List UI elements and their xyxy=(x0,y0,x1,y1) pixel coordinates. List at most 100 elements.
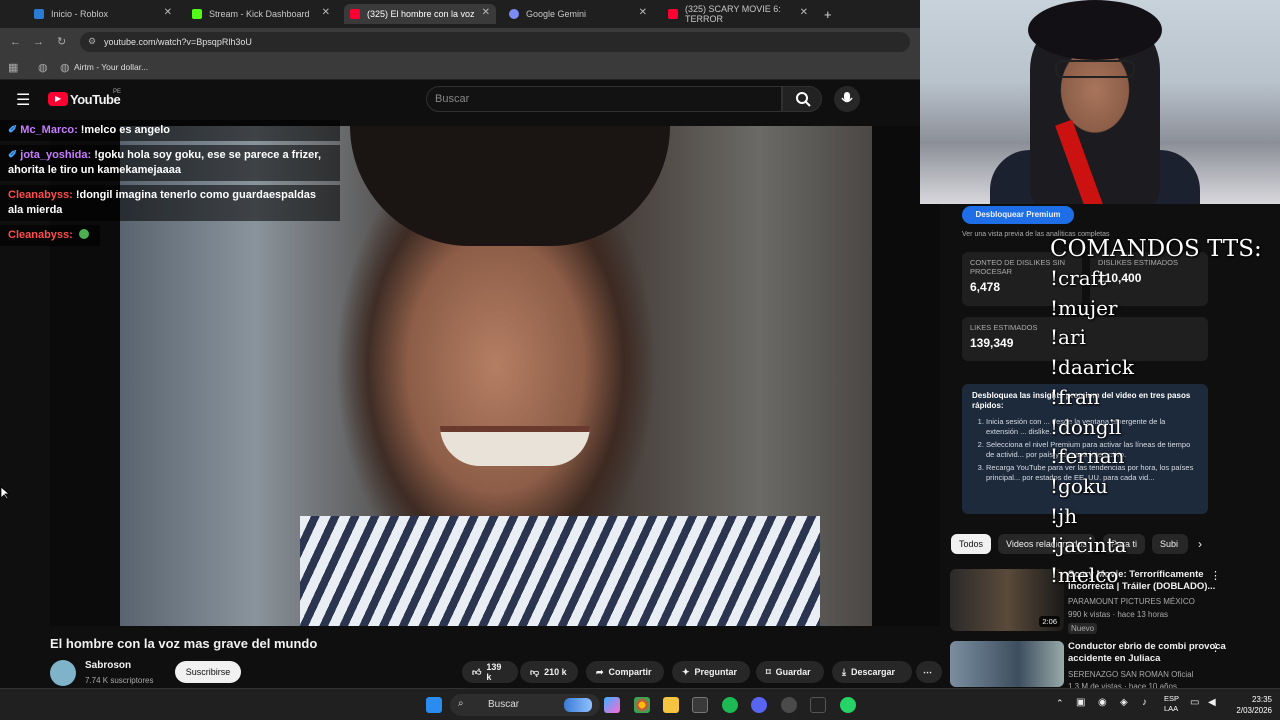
apps-grid-icon[interactable]: ▦ xyxy=(8,61,18,74)
download-icon: ⤓ xyxy=(842,666,846,677)
tab-kick[interactable]: Stream - Kick Dashboard ✕ xyxy=(186,4,336,24)
chat-username: Cleanabyss: xyxy=(8,229,73,241)
more-options-icon[interactable]: ⋮ xyxy=(1210,641,1221,654)
tts-commands-overlay: COMANDOS TTS: !craft !mujer !ari !daaric… xyxy=(1050,234,1280,591)
more-actions-button[interactable]: ⋯ xyxy=(916,661,942,683)
close-icon[interactable]: ✕ xyxy=(322,7,330,18)
bookmark-airtm[interactable]: Airtm - Your dollar... xyxy=(74,62,148,72)
search-icon: ⌕ xyxy=(458,698,464,709)
site-info-icon[interactable]: ⚙ xyxy=(88,36,96,47)
video-thumbnail[interactable] xyxy=(950,641,1064,687)
taskbar-search[interactable]: ⌕ Buscar xyxy=(450,694,600,716)
share-button[interactable]: ➦ Compartir xyxy=(586,661,664,683)
new-tab-icon[interactable]: + xyxy=(824,7,832,22)
keyboard-layout: LAA xyxy=(1164,704,1179,713)
steam-icon[interactable] xyxy=(781,697,797,713)
video-thumbnail[interactable]: 2:06 xyxy=(950,569,1064,631)
tray-app-icon[interactable]: ◉ xyxy=(1098,697,1107,708)
new-badge: Nuevo xyxy=(1068,623,1098,634)
download-label: Descargar xyxy=(850,667,896,677)
microphone-tray-icon[interactable]: ♪ xyxy=(1142,697,1147,708)
chat-message: ✐ Mc_Marco: !melco es angelo xyxy=(0,120,340,141)
windows-start-icon[interactable] xyxy=(426,697,442,713)
video-title: El hombre con la voz mas grave del mundo xyxy=(50,636,318,651)
url-field[interactable]: ⚙ youtube.com/watch?v=BpsqpRlh3oU xyxy=(80,32,910,52)
video-subject-mouth xyxy=(440,426,590,466)
youtube-header: ☰ ▶ YouTube PE Buscar xyxy=(0,80,920,120)
reload-icon[interactable]: ↻ xyxy=(57,35,66,48)
related-meta: 990 k vistas · hace 13 horas xyxy=(1068,610,1169,619)
youtube-logo-icon[interactable]: ▶ xyxy=(48,92,68,106)
tts-command: !melco xyxy=(1050,563,1119,588)
tray-app-icon[interactable]: ◈ xyxy=(1120,697,1128,708)
webcam-overlay xyxy=(920,0,1280,204)
tab-title: (325) SCARY MOVIE 6: TERROR xyxy=(685,4,781,24)
file-explorer-icon[interactable] xyxy=(663,697,679,713)
dislike-count: 210 k xyxy=(544,667,567,677)
webcam-glasses xyxy=(1055,60,1135,78)
ask-button[interactable]: ✦ Preguntar xyxy=(672,661,750,683)
whatsapp-icon[interactable] xyxy=(840,697,856,713)
search-button[interactable] xyxy=(782,86,822,112)
chat-username: Mc_Marco: xyxy=(20,124,78,136)
related-channel[interactable]: SERENAZGO SAN ROMAN Oficial xyxy=(1068,670,1193,679)
channel-avatar[interactable] xyxy=(50,660,76,686)
chat-message: Cleanabyss: xyxy=(0,225,100,246)
like-count: 139 k xyxy=(486,662,502,682)
close-icon[interactable]: ✕ xyxy=(164,7,172,18)
share-label: Compartir xyxy=(608,667,652,677)
copilot-icon[interactable] xyxy=(604,697,620,713)
premium-button[interactable]: Desbloquear Premium xyxy=(962,206,1074,224)
close-icon[interactable]: ✕ xyxy=(800,7,808,18)
subscriber-count: 7.74 K suscriptores xyxy=(85,676,154,685)
voice-search-button[interactable] xyxy=(834,86,860,112)
region-code: PE xyxy=(113,89,122,95)
tab-gemini[interactable]: Google Gemini ✕ xyxy=(503,4,653,24)
close-icon[interactable]: ✕ xyxy=(482,7,490,18)
browser-tab-bar: Inicio - Roblox ✕ Stream - Kick Dashboar… xyxy=(0,0,920,28)
mouse-cursor-icon xyxy=(0,486,10,500)
tab-scary-movie[interactable]: (325) SCARY MOVIE 6: TERROR ✕ xyxy=(662,4,814,24)
tab-roblox[interactable]: Inicio - Roblox ✕ xyxy=(28,4,178,24)
globe-icon[interactable]: ◍ xyxy=(38,61,48,74)
chrome-icon[interactable] xyxy=(634,697,650,713)
tts-command: !ari xyxy=(1050,325,1086,350)
tray-chevron-icon[interactable]: ⌃ xyxy=(1056,698,1064,709)
gemini-icon xyxy=(509,9,519,19)
spotify-icon[interactable] xyxy=(722,697,738,713)
taskbar-search-label: Buscar xyxy=(488,699,520,710)
search-input[interactable]: Buscar xyxy=(426,86,782,112)
like-button[interactable]: 👍︎ 139 k xyxy=(462,661,518,683)
forward-icon[interactable]: → xyxy=(33,36,44,48)
related-channel[interactable]: PARAMOUNT PICTURES MÉXICO xyxy=(1068,597,1195,606)
related-video-title[interactable]: Conductor ebrio de combi provoca acciden… xyxy=(1068,641,1248,665)
discord-icon[interactable] xyxy=(751,697,767,713)
network-icon[interactable]: ▭ xyxy=(1190,697,1199,708)
pin-icon: ✐ xyxy=(8,149,18,161)
estimated-likes-label: LIKES ESTIMADOS xyxy=(970,323,1038,332)
tts-command: !fernan xyxy=(1050,444,1125,469)
microphone-icon xyxy=(841,92,853,103)
video-duration: 2:06 xyxy=(1039,616,1060,627)
airtm-icon: ◍ xyxy=(60,62,70,74)
tray-app-icon[interactable]: ▣ xyxy=(1076,697,1085,708)
language-indicator[interactable]: ESP LAA xyxy=(1164,694,1179,714)
close-icon[interactable]: ✕ xyxy=(639,7,647,18)
store-icon[interactable] xyxy=(692,697,708,713)
bookmark-icon: ⌑ xyxy=(766,666,771,677)
subscribe-button[interactable]: Suscribirse xyxy=(175,661,241,683)
download-button[interactable]: ⤓ Descargar xyxy=(832,661,912,683)
tab-youtube-active[interactable]: (325) El hombre con la voz ✕ xyxy=(344,4,496,24)
dislike-button[interactable]: 👎︎ 210 k xyxy=(520,661,578,683)
chip-all[interactable]: Todos xyxy=(951,534,992,554)
menu-icon[interactable]: ☰ xyxy=(16,90,30,110)
ask-label: Preguntar xyxy=(694,667,738,677)
chat-message: Cleanabyss: !dongil imagina tenerlo como … xyxy=(0,185,340,221)
back-icon[interactable]: ← xyxy=(10,36,21,48)
save-button[interactable]: ⌑ Guardar xyxy=(756,661,824,683)
bookmarks-bar: ▦ ◍ ◍ Airtm - Your dollar... xyxy=(0,56,920,80)
volume-icon[interactable]: ◀ xyxy=(1208,697,1216,708)
system-clock[interactable]: 23:35 2/03/2026 xyxy=(1232,694,1272,716)
channel-name[interactable]: Sabroson xyxy=(85,660,131,671)
obs-icon[interactable] xyxy=(810,697,826,713)
